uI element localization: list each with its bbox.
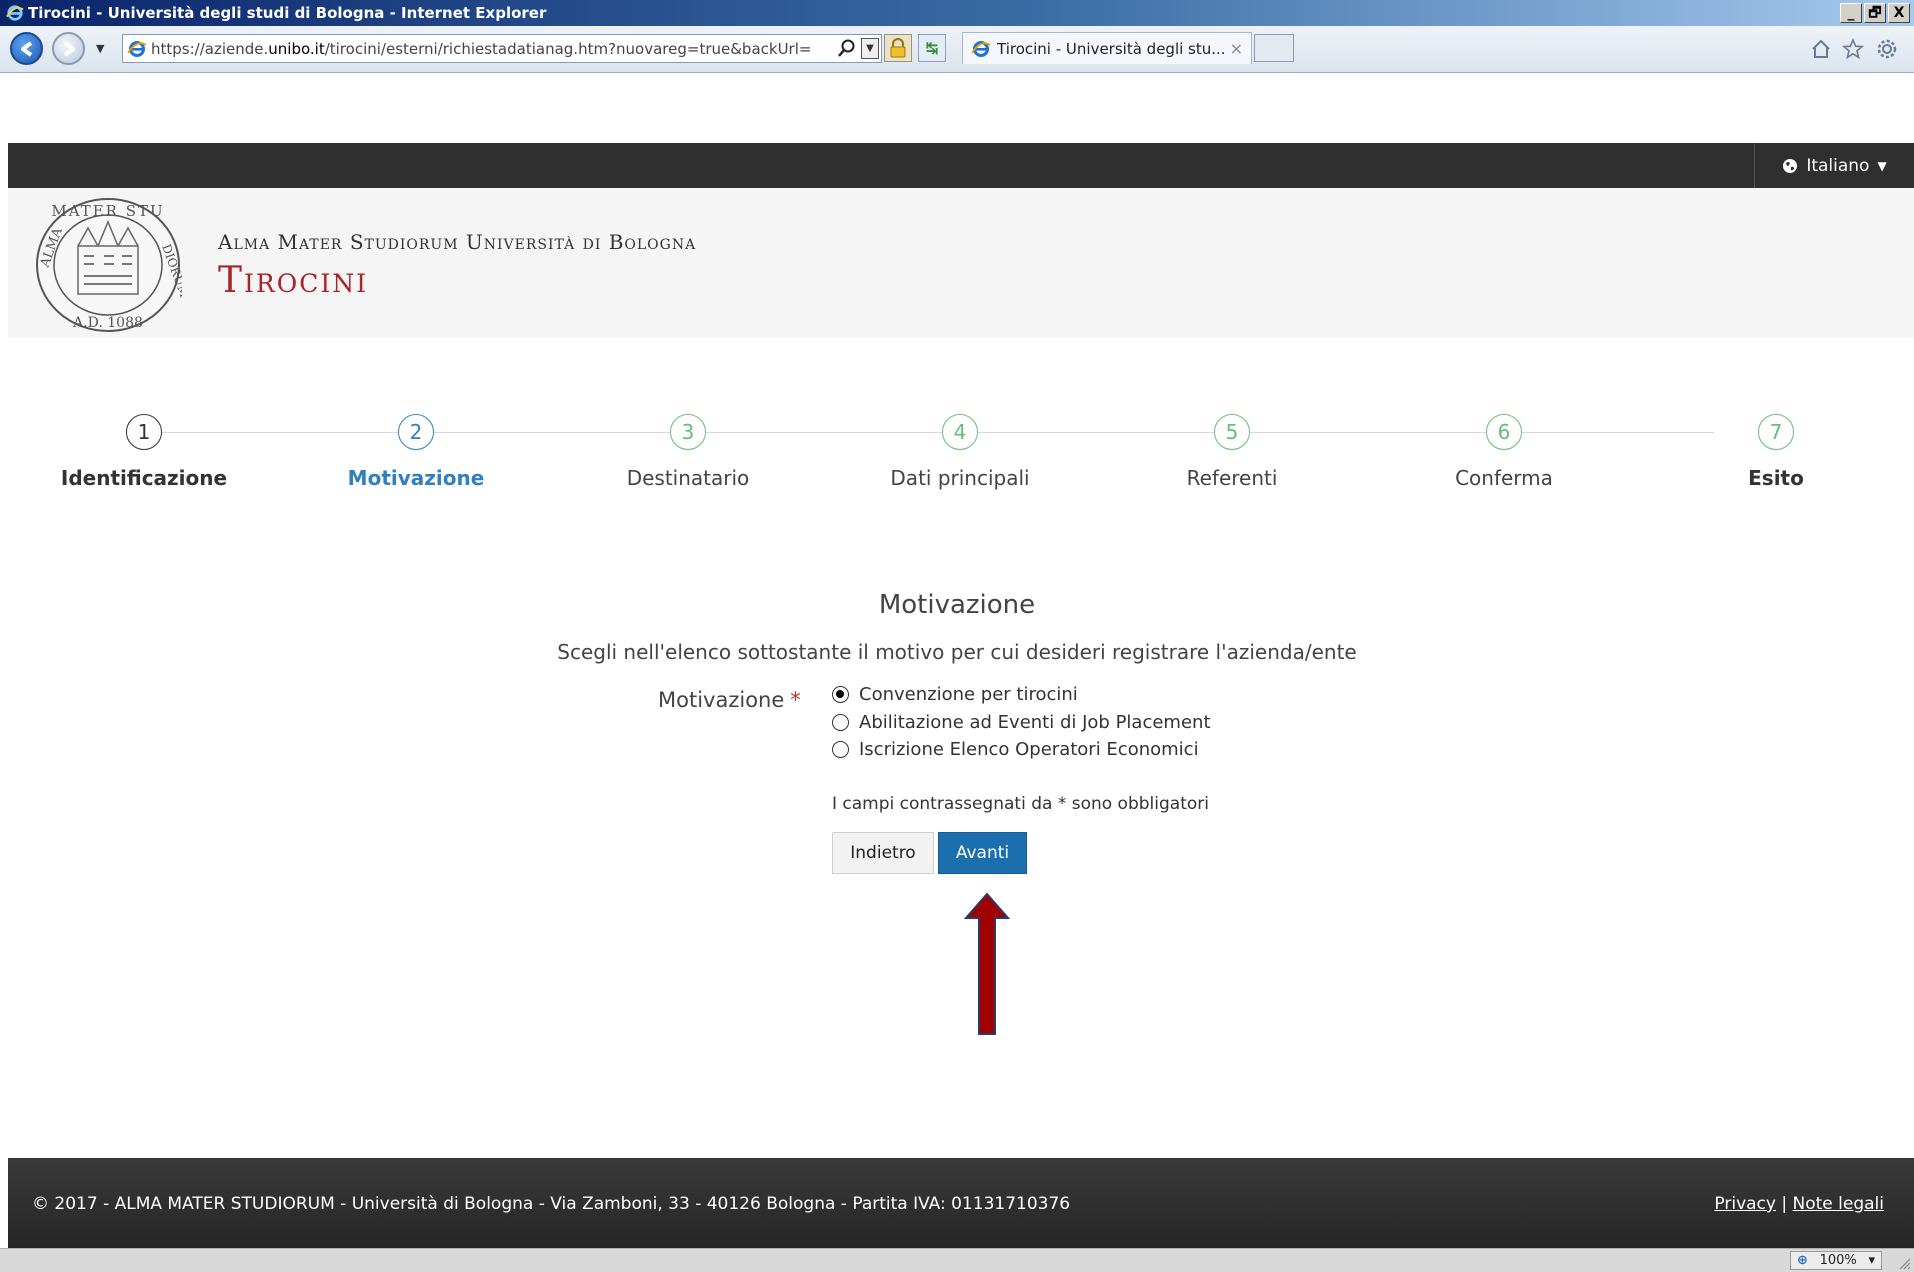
- step-number: 5: [1214, 414, 1250, 450]
- tab-title: Tirocini - Università degli stu...: [997, 39, 1226, 58]
- step-number: 1: [126, 414, 162, 450]
- footer-copyright: © 2017 - ALMA MATER STUDIORUM - Universi…: [32, 1194, 1071, 1214]
- browser-back-button[interactable]: [10, 32, 43, 65]
- chevron-down-icon: ▼: [866, 43, 874, 54]
- window-controls: _ 🗗 X: [1840, 3, 1910, 23]
- resize-grip-icon[interactable]: [1897, 1256, 1911, 1270]
- search-icon[interactable]: [837, 38, 857, 58]
- url-path: /tirocini/esterni/richiestadatianag.htm?…: [324, 39, 811, 58]
- radio-button[interactable]: [832, 714, 849, 731]
- radio-label[interactable]: Convenzione per tirocini: [859, 684, 1078, 705]
- legal-notes-link[interactable]: Note legali: [1793, 1194, 1884, 1214]
- radio-option-operatori-economici[interactable]: Iscrizione Elenco Operatori Economici: [832, 739, 1199, 760]
- field-label-text: Motivazione: [658, 688, 785, 712]
- site-header: MATER STU A.D. 1088 ALMA DIORUM Alma Mat…: [8, 188, 1914, 338]
- back-arrow-icon: [20, 40, 32, 57]
- tab-close-icon[interactable]: ×: [1230, 39, 1243, 58]
- compatibility-refresh-icon[interactable]: ↹: [918, 34, 946, 62]
- back-button[interactable]: Indietro: [832, 832, 934, 874]
- step-label: Destinatario: [626, 466, 750, 490]
- step-dati-principali: 4 Dati principali: [850, 410, 1070, 490]
- browser-status-bar: ⊕ 100% ▾: [0, 1248, 1914, 1272]
- svg-text:A.D. 1088: A.D. 1088: [72, 315, 143, 331]
- app-title[interactable]: Tirocini: [218, 260, 368, 301]
- motivazione-field-label: Motivazione *: [658, 688, 801, 712]
- address-bar[interactable]: https://aziende.unibo.it/tirocini/estern…: [122, 34, 882, 63]
- chevron-down-icon: ▾: [1868, 1253, 1875, 1268]
- site-footer: © 2017 - ALMA MATER STUDIORUM - Universi…: [8, 1158, 1914, 1248]
- university-name: Alma Mater Studiorum Università di Bolog…: [218, 230, 697, 254]
- step-esito: 7 Esito: [1666, 410, 1886, 490]
- gear-icon[interactable]: [1874, 37, 1900, 61]
- step-identificazione: 1 Identificazione: [34, 410, 254, 490]
- step-number: 3: [670, 414, 706, 450]
- address-url[interactable]: https://aziende.unibo.it/tirocini/estern…: [151, 40, 811, 58]
- browser-navigation-bar: ▼ https://aziende.unibo.it/tirocini/este…: [0, 26, 1914, 73]
- address-dropdown-button[interactable]: ▼: [861, 38, 879, 59]
- step-label: Referenti: [1186, 466, 1278, 490]
- forward-arrow-icon: [63, 40, 75, 57]
- browser-forward-button[interactable]: [52, 32, 85, 65]
- radio-label[interactable]: Abilitazione ad Eventi di Job Placement: [859, 712, 1211, 733]
- radio-option-convenzione[interactable]: Convenzione per tirocini: [832, 684, 1078, 705]
- history-dropdown-icon[interactable]: ▼: [96, 42, 104, 55]
- lock-icon[interactable]: [884, 34, 912, 62]
- padlock-glyph: [890, 38, 906, 58]
- chevron-down-icon: ▼: [1877, 158, 1887, 173]
- zoom-control[interactable]: ⊕ 100% ▾: [1790, 1251, 1882, 1270]
- home-icon[interactable]: [1808, 37, 1834, 61]
- form-instructions: Scegli nell'elenco sottostante il motivo…: [557, 640, 1357, 664]
- radio-label[interactable]: Iscrizione Elenco Operatori Economici: [859, 739, 1199, 760]
- step-label: Identificazione: [60, 466, 228, 490]
- wizard-stepper: 1 Identificazione 2 Motivazione 3 Destin…: [0, 410, 1914, 490]
- step-number: 4: [942, 414, 978, 450]
- footer-links: Privacy | Note legali: [1714, 1194, 1884, 1214]
- university-seal-icon[interactable]: MATER STU A.D. 1088 ALMA DIORUM: [34, 196, 182, 334]
- zoom-level: 100%: [1819, 1253, 1857, 1268]
- radio-button[interactable]: [832, 741, 849, 758]
- star-icon[interactable]: [1840, 37, 1866, 61]
- minimize-button[interactable]: _: [1840, 3, 1862, 23]
- required-fields-note: I campi contrassegnati da * sono obbliga…: [832, 794, 1209, 814]
- form-title: Motivazione: [878, 590, 1036, 620]
- new-tab-button[interactable]: [1254, 34, 1294, 62]
- language-selector[interactable]: Italiano ▼: [1754, 143, 1914, 188]
- step-destinatario: 3 Destinatario: [578, 410, 798, 490]
- step-number: 7: [1758, 414, 1794, 450]
- language-label: Italiano: [1806, 155, 1870, 176]
- svg-text:MATER STU: MATER STU: [51, 202, 164, 220]
- globe-icon: [1783, 158, 1798, 173]
- required-marker: *: [790, 688, 801, 712]
- browser-tab[interactable]: Tirocini - Università degli stu... ×: [962, 32, 1252, 64]
- url-prefix: https://aziende.: [151, 39, 269, 58]
- tab-ie-icon: [971, 40, 991, 57]
- annotation-arrow-icon: [964, 892, 1010, 1035]
- footer-separator: |: [1781, 1194, 1788, 1214]
- window-title: Tirocini - Università degli studi di Bol…: [28, 4, 547, 22]
- privacy-link[interactable]: Privacy: [1714, 1194, 1776, 1214]
- step-label: Conferma: [1455, 466, 1553, 490]
- step-label: Motivazione: [347, 466, 485, 490]
- url-host: unibo.it: [268, 39, 325, 58]
- page-ie-icon: [127, 40, 147, 57]
- step-referenti: 5 Referenti: [1122, 410, 1342, 490]
- next-button[interactable]: Avanti: [938, 832, 1027, 874]
- step-number: 2: [398, 414, 434, 450]
- step-label: Esito: [1748, 466, 1804, 490]
- ie-logo-icon: [6, 5, 24, 21]
- window-title-bar: Tirocini - Università degli studi di Bol…: [0, 0, 1914, 26]
- zoom-icon: ⊕: [1797, 1253, 1808, 1268]
- radio-button[interactable]: [832, 686, 849, 703]
- step-conferma: 6 Conferma: [1394, 410, 1614, 490]
- restore-button[interactable]: 🗗: [1864, 3, 1886, 23]
- step-motivazione: 2 Motivazione: [306, 410, 526, 490]
- close-window-button[interactable]: X: [1888, 3, 1910, 23]
- radio-option-job-placement[interactable]: Abilitazione ad Eventi di Job Placement: [832, 712, 1211, 733]
- step-label: Dati principali: [890, 466, 1030, 490]
- site-top-bar: Italiano ▼: [8, 143, 1914, 188]
- step-number: 6: [1486, 414, 1522, 450]
